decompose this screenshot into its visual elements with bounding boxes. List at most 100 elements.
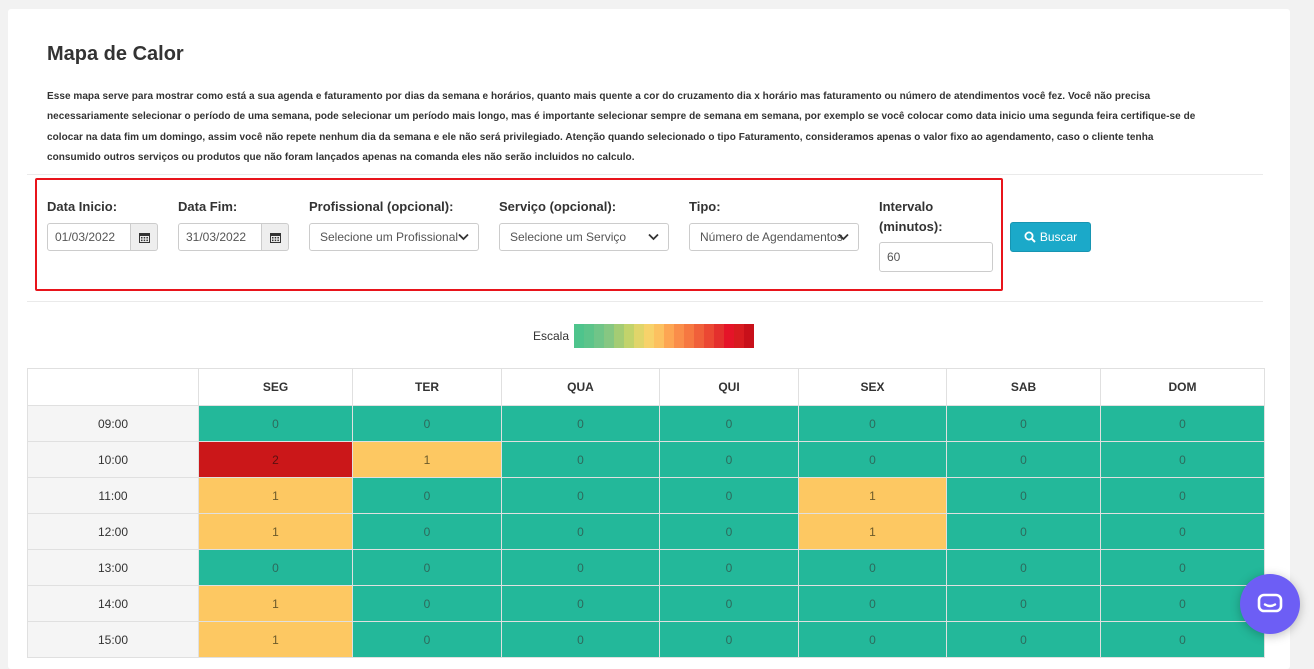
chat-widget-button[interactable] — [1240, 574, 1300, 634]
scale-swatch — [704, 324, 714, 348]
heatmap-cell: 0 — [501, 441, 660, 478]
heatmap-cell: 1 — [198, 477, 353, 514]
scale-swatch — [634, 324, 644, 348]
heatmap-cell: 1 — [798, 477, 947, 514]
heatmap-cell: 0 — [501, 585, 660, 622]
main-panel: Mapa de Calor Esse mapa serve para mostr… — [8, 9, 1290, 669]
type-select[interactable]: Número de Agendamentos — [689, 223, 859, 251]
start-date-input[interactable]: 01/03/2022 — [47, 223, 131, 251]
heatmap-cell: 0 — [1100, 405, 1265, 442]
heatmap-cell: 0 — [1100, 477, 1265, 514]
heatmap-row: 09:00 0 0 0 0 0 0 0 — [27, 405, 1265, 442]
time-cell: 11:00 — [27, 477, 199, 514]
heatmap-cell: 0 — [798, 441, 947, 478]
search-button-label: Buscar — [1039, 230, 1078, 244]
chat-icon — [1257, 593, 1283, 613]
heatmap-cell: 0 — [352, 549, 502, 586]
calendar-icon — [269, 232, 281, 243]
scale-swatch — [644, 324, 654, 348]
heatmap-cell: 0 — [659, 621, 799, 658]
heatmap-cell: 0 — [352, 621, 502, 658]
time-cell: 12:00 — [27, 513, 199, 550]
heatmap-cell: 0 — [659, 405, 799, 442]
heatmap-cell: 0 — [1100, 441, 1265, 478]
scale-swatch — [614, 324, 624, 348]
heatmap-row: 11:00 1 0 0 0 1 0 0 — [27, 477, 1265, 514]
interval-label-line: (minutos): — [879, 219, 943, 234]
scale-swatch — [694, 324, 704, 348]
scale-swatch — [724, 324, 734, 348]
end-date-label: Data Fim: — [178, 199, 238, 214]
professional-label: Profissional (opcional): — [309, 199, 454, 214]
interval-input[interactable]: 60 — [879, 242, 993, 272]
heatmap-body: 09:00 0 0 0 0 0 0 0 10:00 2 1 0 0 0 0 0 11:00 1 0 0 0 1 0 0 12:0… — [27, 405, 1265, 658]
description-line: colocar na data fim um domingo, assim vo… — [47, 131, 1154, 143]
heatmap-cell: 0 — [798, 549, 947, 586]
heatmap-cell: 0 — [352, 585, 502, 622]
heatmap-cell: 2 — [198, 441, 353, 478]
search-button[interactable]: Buscar — [1010, 222, 1091, 252]
page-title: Mapa de Calor — [47, 43, 184, 65]
heatmap-cell: 0 — [198, 405, 353, 442]
scale-swatch — [654, 324, 664, 348]
day-header: SEG — [198, 368, 353, 406]
description-line: consumido outros serviços ou produtos qu… — [47, 151, 635, 163]
heatmap-header-row: SEG TER QUA QUI SEX SAB DOM — [27, 368, 1265, 406]
interval-label: Intervalo (minutos): — [879, 197, 943, 237]
heatmap-cell: 0 — [352, 477, 502, 514]
start-date-calendar-button[interactable] — [131, 223, 158, 251]
heatmap-cell: 0 — [798, 405, 947, 442]
scale-label: Escala — [533, 329, 570, 343]
chevron-down-icon — [838, 233, 849, 241]
heatmap-cell: 0 — [501, 549, 660, 586]
calendar-icon — [138, 232, 150, 243]
heatmap-cell: 0 — [798, 585, 947, 622]
day-header: SAB — [946, 368, 1101, 406]
scale-swatch — [734, 324, 744, 348]
scale-swatch — [664, 324, 674, 348]
service-select[interactable]: Selecione um Serviço — [499, 223, 669, 251]
heatmap-cell: 0 — [946, 585, 1101, 622]
heatmap-row: 13:00 0 0 0 0 0 0 0 — [27, 549, 1265, 586]
divider — [27, 301, 1263, 302]
heatmap-row: 15:00 1 0 0 0 0 0 0 — [27, 621, 1265, 658]
time-cell: 14:00 — [27, 585, 199, 622]
scale-swatch — [744, 324, 754, 348]
interval-label-line: Intervalo — [879, 199, 934, 214]
heatmap-cell: 1 — [198, 513, 353, 550]
day-header: SEX — [798, 368, 947, 406]
heatmap-cell: 0 — [946, 405, 1101, 442]
end-date-input[interactable]: 31/03/2022 — [178, 223, 262, 251]
heatmap-cell: 0 — [352, 405, 502, 442]
search-icon — [1024, 231, 1036, 243]
chevron-down-icon — [648, 233, 659, 241]
heatmap-cell: 0 — [1100, 549, 1265, 586]
corner-cell — [27, 368, 199, 406]
page-description: Esse mapa serve para mostrar como está a… — [47, 87, 1227, 168]
color-scale — [574, 324, 754, 348]
scale-swatch — [574, 324, 584, 348]
heatmap-row: 12:00 1 0 0 0 1 0 0 — [27, 513, 1265, 550]
description-line: necessariamente selecionar o período de … — [47, 111, 1196, 123]
scale-swatch — [684, 324, 694, 348]
time-cell: 13:00 — [27, 549, 199, 586]
divider — [27, 174, 1263, 175]
heatmap-cell: 0 — [798, 621, 947, 658]
heatmap-cell: 0 — [501, 621, 660, 658]
type-label: Tipo: — [689, 199, 721, 214]
description-line: Esse mapa serve para mostrar como está a… — [47, 91, 1151, 102]
end-date-calendar-button[interactable] — [262, 223, 289, 251]
heatmap-row: 10:00 2 1 0 0 0 0 0 — [27, 441, 1265, 478]
heatmap-cell: 1 — [352, 441, 502, 478]
scale-swatch — [604, 324, 614, 348]
heatmap-cell: 0 — [946, 621, 1101, 658]
heatmap-cell: 0 — [501, 477, 660, 514]
professional-select[interactable]: Selecione um Profissional — [309, 223, 479, 251]
heatmap-cell: 0 — [352, 513, 502, 550]
start-date-label: Data Inicio: — [47, 199, 118, 214]
heatmap-cell: 0 — [659, 441, 799, 478]
heatmap-cell: 1 — [198, 621, 353, 658]
service-label: Serviço (opcional): — [499, 199, 617, 214]
professional-select-value: Selecione um Profissional — [320, 230, 459, 244]
day-header: DOM — [1100, 368, 1265, 406]
